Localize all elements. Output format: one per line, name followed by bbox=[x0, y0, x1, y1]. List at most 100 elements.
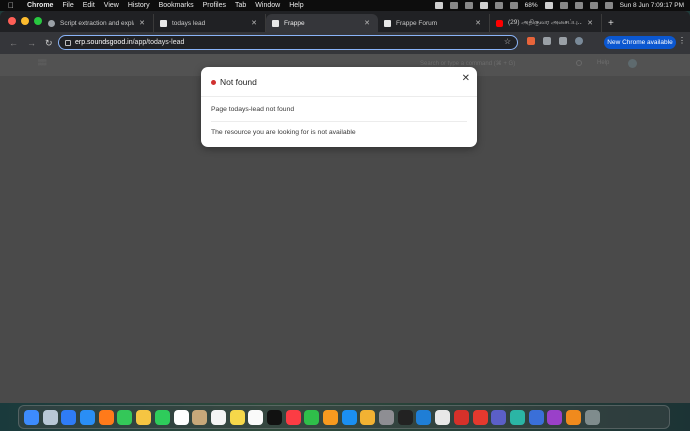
anydesk-icon[interactable] bbox=[472, 409, 488, 425]
dialog-detail: The resource you are looking for is not … bbox=[211, 129, 356, 136]
forward-arrow-icon[interactable]: → bbox=[27, 38, 36, 48]
menu-history[interactable]: History bbox=[128, 2, 150, 9]
system-settings-icon[interactable] bbox=[379, 409, 395, 425]
menu-edit[interactable]: Edit bbox=[83, 2, 95, 9]
window-controls bbox=[8, 17, 42, 25]
frappe-icon bbox=[384, 19, 391, 27]
tab-todays-lead[interactable]: todays lead ✕ bbox=[154, 14, 266, 32]
finder-icon[interactable] bbox=[24, 409, 39, 425]
photos-icon[interactable] bbox=[136, 409, 152, 425]
reload-icon[interactable]: ↻ bbox=[45, 38, 53, 49]
firefox-icon[interactable] bbox=[98, 409, 114, 425]
site-info-icon[interactable] bbox=[65, 39, 71, 46]
notes-icon[interactable] bbox=[229, 409, 245, 425]
chrome-menu-icon[interactable]: ⋮ bbox=[678, 36, 686, 45]
close-tab-icon[interactable]: ✕ bbox=[139, 19, 145, 27]
dialog-divider bbox=[211, 121, 467, 122]
finder-sticker-icon[interactable] bbox=[360, 409, 376, 425]
menu-view[interactable]: View bbox=[104, 2, 119, 9]
vlc-icon[interactable] bbox=[565, 409, 581, 425]
status-area: 68% Sun 8 Jun 7:09:17 PM bbox=[434, 0, 684, 11]
notification-bell-icon[interactable] bbox=[576, 60, 582, 66]
appletv-icon[interactable] bbox=[266, 409, 282, 425]
tab-youtube[interactable]: (29) அதிகுவர அசைப்பு... இதோ... ✕ bbox=[490, 14, 602, 32]
dialog-header: Not found ✕ bbox=[201, 67, 477, 97]
battery-icon[interactable] bbox=[544, 2, 553, 9]
teams-icon[interactable] bbox=[491, 409, 507, 425]
contacts-icon[interactable] bbox=[192, 409, 208, 425]
tab-strip: Script extraction and explana ✕ todays l… bbox=[0, 11, 690, 32]
close-tab-icon[interactable]: ✕ bbox=[587, 19, 593, 27]
new-tab-button[interactable]: + bbox=[608, 18, 614, 29]
fullscreen-window-button[interactable] bbox=[34, 17, 42, 25]
close-tab-icon[interactable]: ✕ bbox=[364, 19, 370, 27]
keynote-icon[interactable] bbox=[341, 409, 357, 425]
menu-app-name[interactable]: Chrome bbox=[27, 2, 53, 9]
tab-title: Script extraction and explana bbox=[60, 19, 134, 27]
pages-icon[interactable] bbox=[323, 409, 338, 425]
reminders-icon[interactable] bbox=[210, 409, 226, 425]
status-app-icon[interactable] bbox=[434, 2, 443, 9]
facetime-icon[interactable] bbox=[154, 409, 170, 425]
browser-toolbar: ← → ↻ erp.soundsgood.in/app/todays-lead … bbox=[0, 32, 690, 54]
frappe-icon bbox=[160, 19, 167, 27]
menubar-clock[interactable]: Sun 8 Jun 7:09:17 PM bbox=[620, 2, 684, 9]
menu-help[interactable]: Help bbox=[289, 2, 303, 9]
calendar-icon[interactable] bbox=[173, 409, 189, 425]
address-url[interactable]: erp.soundsgood.in/app/todays-lead bbox=[75, 39, 184, 46]
close-tab-icon[interactable]: ✕ bbox=[475, 19, 481, 27]
help-dropdown[interactable]: Help bbox=[597, 60, 609, 66]
trash-icon[interactable] bbox=[584, 409, 600, 425]
status-app-icon[interactable] bbox=[464, 2, 473, 9]
mail-icon[interactable] bbox=[80, 409, 96, 425]
terminal-icon[interactable] bbox=[397, 409, 413, 425]
close-icon[interactable]: ✕ bbox=[462, 74, 470, 84]
chatgpt-icon bbox=[48, 19, 55, 27]
tab-script-extraction[interactable]: Script extraction and explana ✕ bbox=[42, 14, 154, 32]
menu-file[interactable]: File bbox=[62, 2, 73, 9]
status-app-icon[interactable] bbox=[479, 2, 488, 9]
address-bar[interactable]: erp.soundsgood.in/app/todays-lead ☆ bbox=[58, 35, 518, 50]
new-chrome-available-button[interactable]: New Chrome available bbox=[604, 36, 676, 49]
close-window-button[interactable] bbox=[8, 17, 16, 25]
menu-bookmarks[interactable]: Bookmarks bbox=[159, 2, 194, 9]
wifi-icon[interactable] bbox=[559, 2, 568, 9]
control-center-icon[interactable] bbox=[589, 2, 598, 9]
extension-icon[interactable] bbox=[527, 37, 535, 45]
music-icon[interactable] bbox=[285, 409, 301, 425]
status-app-icon[interactable] bbox=[449, 2, 458, 9]
extensions-puzzle-icon[interactable] bbox=[543, 37, 551, 45]
vscode-icon[interactable] bbox=[416, 409, 432, 425]
siri-icon[interactable] bbox=[604, 2, 613, 9]
github-icon[interactable] bbox=[547, 409, 563, 425]
safari-icon[interactable] bbox=[61, 409, 77, 425]
search-icon[interactable] bbox=[574, 2, 583, 9]
launchpad-icon[interactable] bbox=[42, 409, 58, 425]
proton-icon[interactable] bbox=[528, 409, 544, 425]
apple-icon[interactable]:  bbox=[8, 0, 18, 11]
minimize-window-button[interactable] bbox=[21, 17, 29, 25]
menu-profiles[interactable]: Profiles bbox=[203, 2, 226, 9]
messages-icon[interactable] bbox=[117, 409, 133, 425]
profile-avatar-icon[interactable] bbox=[575, 37, 583, 45]
back-arrow-icon[interactable]: ← bbox=[9, 38, 18, 48]
tab-frappe-forum[interactable]: Frappe Forum ✕ bbox=[378, 14, 490, 32]
tab-frappe[interactable]: Frappe ✕ bbox=[266, 14, 378, 32]
status-app-icon[interactable] bbox=[509, 2, 518, 9]
freeform-icon[interactable] bbox=[248, 409, 264, 425]
frappe-icon bbox=[272, 19, 279, 27]
menu-tab[interactable]: Tab bbox=[235, 2, 246, 9]
edge-icon[interactable] bbox=[509, 409, 525, 425]
bookmark-star-icon[interactable]: ☆ bbox=[504, 37, 511, 46]
tab-search-icon[interactable] bbox=[559, 37, 567, 45]
chrome-icon[interactable] bbox=[435, 409, 451, 425]
menu-window[interactable]: Window bbox=[255, 2, 280, 9]
close-tab-icon[interactable]: ✕ bbox=[251, 19, 257, 27]
numbers-icon[interactable] bbox=[304, 409, 320, 425]
dialog-message: Page todays-lead not found bbox=[211, 106, 295, 113]
macos-menubar:  Chrome File Edit View History Bookmark… bbox=[0, 0, 690, 11]
user-avatar[interactable] bbox=[628, 59, 637, 68]
status-app-icon[interactable] bbox=[494, 2, 503, 9]
wps-icon[interactable] bbox=[453, 409, 469, 425]
macos-dock bbox=[18, 405, 670, 429]
